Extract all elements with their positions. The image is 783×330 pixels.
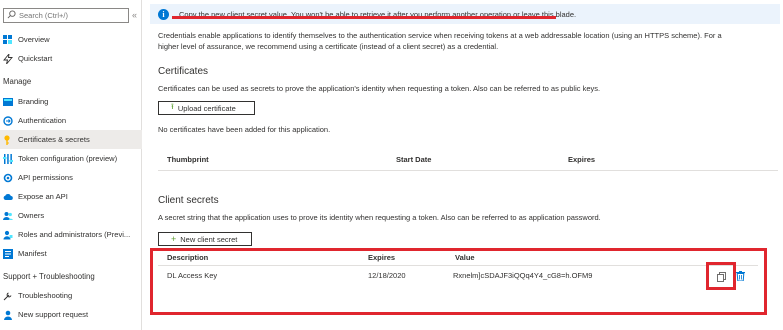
sidebar-item-label: Certificates & secrets bbox=[18, 135, 90, 144]
client-secrets-description: A secret string that the application use… bbox=[158, 213, 601, 222]
secret-expires-cell: 12/18/2020 bbox=[368, 271, 406, 280]
authentication-icon bbox=[3, 115, 13, 126]
sidebar-item-api-permissions[interactable]: API permissions bbox=[0, 168, 142, 187]
certificates-description: Certificates can be used as secrets to p… bbox=[158, 84, 601, 93]
info-icon: i bbox=[158, 8, 169, 20]
search-input[interactable] bbox=[19, 11, 119, 20]
support-section-header: Support + Troubleshooting bbox=[3, 272, 95, 281]
sidebar-item-expose-an-api[interactable]: Expose an API bbox=[0, 187, 142, 206]
sidebar-item-label: New support request bbox=[18, 310, 89, 319]
manifest-icon bbox=[3, 248, 13, 259]
new-client-secret-label: New client secret bbox=[180, 234, 238, 244]
new-client-secret-button[interactable]: + New client secret bbox=[158, 232, 252, 246]
secret-col-description: Description bbox=[167, 253, 209, 262]
copy-icon[interactable] bbox=[716, 271, 726, 282]
certificates-title: Certificates bbox=[158, 66, 209, 77]
plus-icon: + bbox=[171, 234, 177, 244]
sidebar-item-label: Authentication bbox=[18, 116, 67, 125]
search-box[interactable] bbox=[3, 8, 129, 23]
cloud-icon bbox=[3, 192, 13, 202]
secret-col-expires: Expires bbox=[368, 253, 396, 262]
sidebar: « Overview Quickstart Manage Branding Au… bbox=[0, 0, 142, 330]
intro-line-1: Credentials enable applications to ident… bbox=[158, 31, 722, 40]
sidebar-item-owners[interactable]: Owners bbox=[0, 206, 142, 225]
branding-icon bbox=[3, 97, 13, 107]
secret-col-value: Value bbox=[455, 253, 475, 262]
sidebar-item-roles-administrators[interactable]: Roles and administrators (Previ... bbox=[0, 225, 142, 244]
sidebar-item-label: Token configuration (preview) bbox=[18, 154, 118, 163]
cert-table-divider bbox=[158, 170, 778, 171]
sidebar-item-label: Branding bbox=[18, 97, 49, 106]
collapse-sidebar-icon[interactable]: « bbox=[132, 10, 137, 20]
upload-certificate-label: Upload certificate bbox=[177, 103, 236, 113]
no-certificates-text: No certificates have been added for this… bbox=[158, 125, 331, 134]
sidebar-item-certificates-secrets[interactable]: Certificates & secrets bbox=[0, 130, 142, 149]
client-secrets-title: Client secrets bbox=[158, 195, 219, 206]
sidebar-item-branding[interactable]: Branding bbox=[0, 92, 142, 111]
sidebar-item-token-configuration[interactable]: Token configuration (preview) bbox=[0, 149, 142, 168]
token-icon bbox=[3, 153, 13, 164]
sidebar-item-label: Overview bbox=[18, 35, 50, 44]
upload-certificate-button[interactable]: ⭱ Upload certificate bbox=[158, 101, 255, 115]
cert-col-start-date: Start Date bbox=[396, 155, 432, 164]
intro-line-2: higher level of assurance, we recommend … bbox=[158, 42, 499, 51]
support-person-icon bbox=[3, 310, 13, 320]
delete-icon[interactable] bbox=[735, 270, 745, 281]
grid-icon bbox=[3, 34, 13, 45]
sidebar-item-label: Owners bbox=[18, 211, 45, 220]
wrench-icon bbox=[3, 291, 13, 301]
sidebar-item-label: Troubleshooting bbox=[18, 291, 73, 300]
roles-icon bbox=[3, 230, 13, 240]
owners-icon bbox=[3, 211, 13, 221]
secrets-table-divider bbox=[158, 265, 758, 266]
sidebar-item-label: Roles and administrators (Previ... bbox=[18, 230, 131, 239]
sidebar-item-label: API permissions bbox=[18, 173, 73, 182]
upload-icon: ⭱ bbox=[171, 102, 174, 111]
manage-section-header: Manage bbox=[3, 77, 32, 86]
sidebar-item-manifest[interactable]: Manifest bbox=[0, 244, 142, 263]
highlight-underline bbox=[172, 16, 556, 19]
cert-col-thumbprint: Thumbprint bbox=[167, 155, 209, 164]
sidebar-item-label: Manifest bbox=[18, 249, 47, 258]
secret-value-cell[interactable]: Rxnelm]cSDAJF3iQQq4Y4_cG8=h.OFM9 bbox=[453, 271, 592, 280]
info-banner: i Copy the new client secret value. You … bbox=[150, 4, 780, 24]
api-permissions-icon bbox=[3, 173, 13, 183]
sidebar-item-overview[interactable]: Overview bbox=[0, 30, 142, 49]
sidebar-item-label: Quickstart bbox=[18, 54, 53, 63]
sidebar-item-quickstart[interactable]: Quickstart bbox=[0, 49, 142, 68]
secret-description-cell: DL Access Key bbox=[167, 271, 218, 280]
sidebar-item-troubleshooting[interactable]: Troubleshooting bbox=[0, 286, 142, 305]
lightning-icon bbox=[3, 53, 13, 64]
sidebar-item-new-support-request[interactable]: New support request bbox=[0, 305, 142, 324]
search-icon bbox=[7, 10, 16, 21]
sidebar-item-authentication[interactable]: Authentication bbox=[0, 111, 142, 130]
cert-col-expires: Expires bbox=[568, 155, 596, 164]
key-icon bbox=[3, 134, 13, 145]
sidebar-item-label: Expose an API bbox=[18, 192, 68, 201]
